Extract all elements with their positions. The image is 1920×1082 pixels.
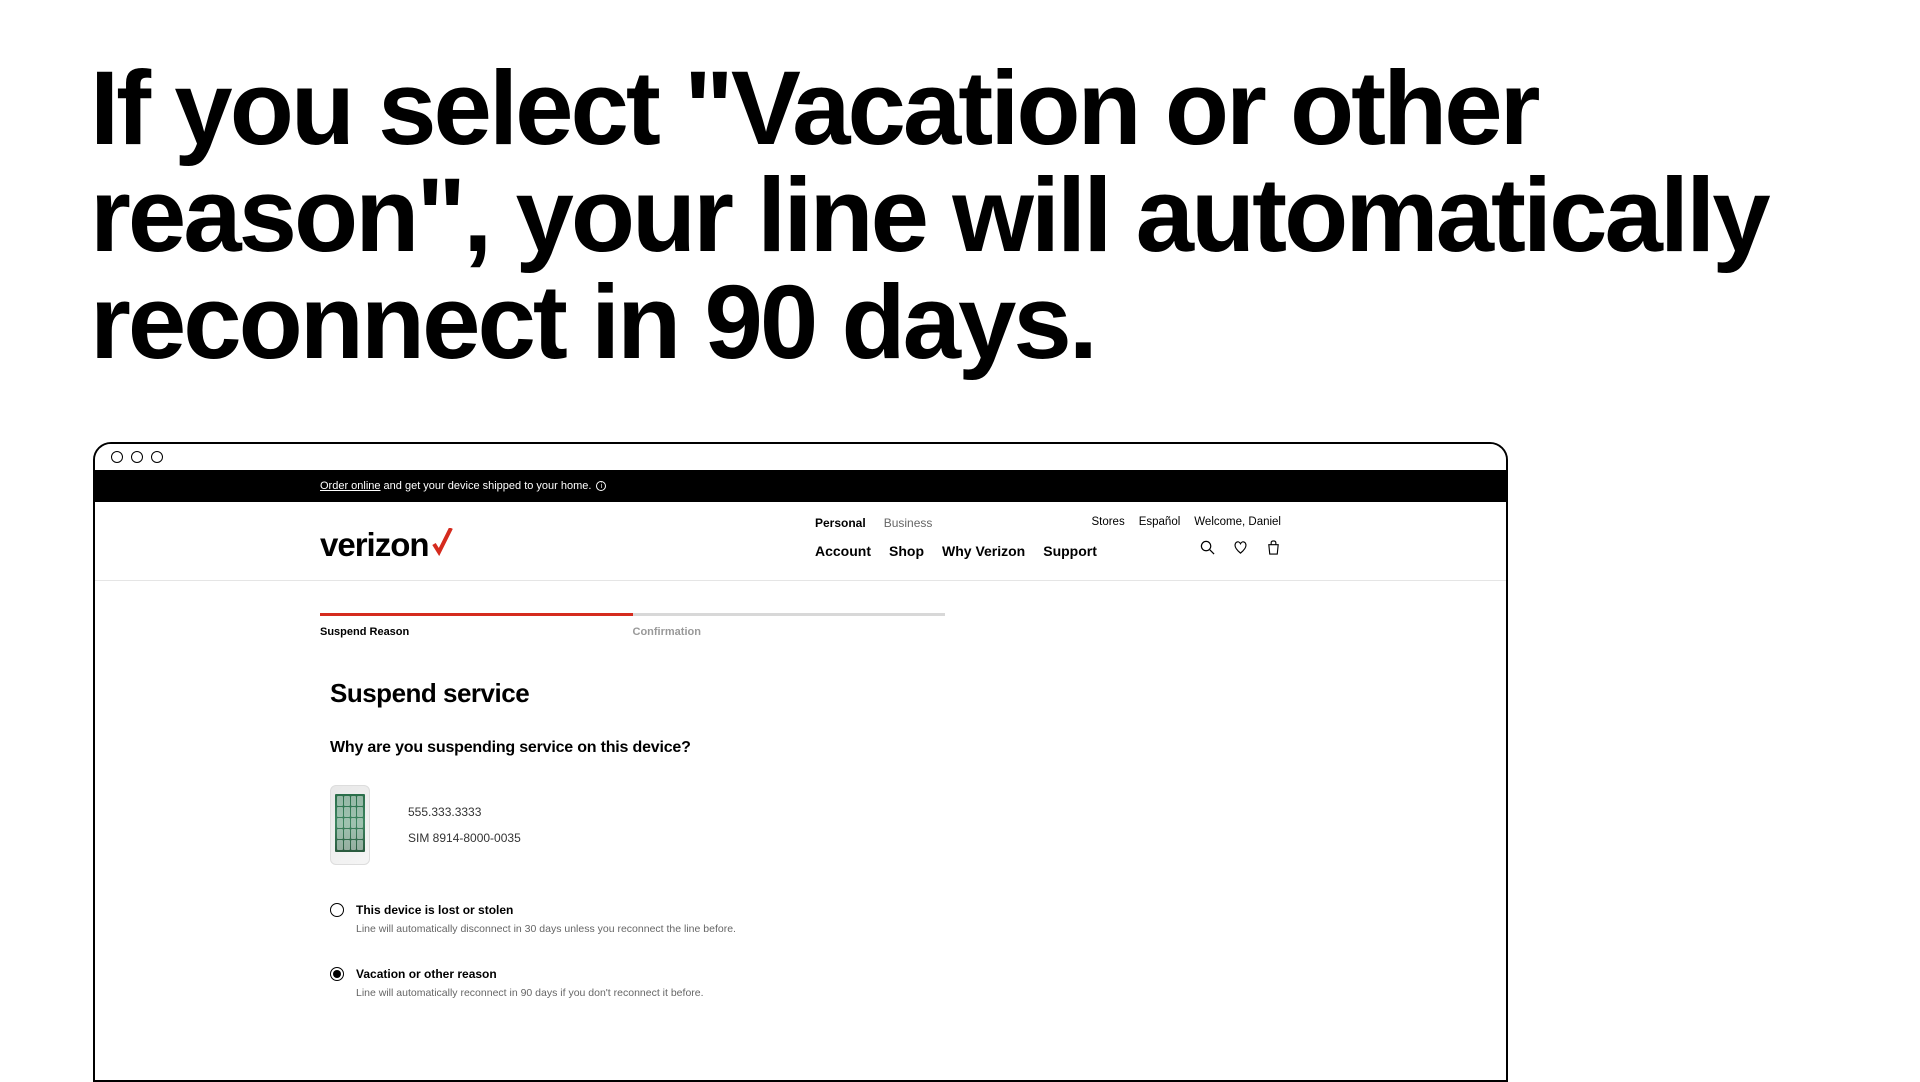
device-image [330,785,370,865]
verizon-logo[interactable]: verizon [320,526,453,564]
slide-headline: If you select "Vacation or other reason"… [90,55,1920,376]
progress-bar [320,613,945,616]
device-sim: SIM 8914-8000-0035 [408,825,521,851]
nav-icons [1200,540,1281,555]
nav-audience: Personal Business [815,516,932,530]
device-block: 555.333.3333 SIM 8914-8000-0035 [330,785,1506,865]
browser-chrome [95,444,1506,470]
radio-lost-stolen-label: This device is lost or stolen [356,903,513,917]
nav-welcome[interactable]: Welcome, Daniel [1194,516,1281,528]
nav-support[interactable]: Support [1043,543,1097,559]
promo-link[interactable]: Order online [320,480,381,492]
traffic-light-close-icon[interactable] [111,451,123,463]
radio-lost-stolen[interactable] [330,903,344,917]
traffic-light-maximize-icon[interactable] [151,451,163,463]
content-area: Suspend Reason Confirmation Suspend serv… [95,581,1506,999]
progress-step-1-bar [320,613,633,616]
nav-account[interactable]: Account [815,543,871,559]
device-info: 555.333.3333 SIM 8914-8000-0035 [408,799,521,852]
search-icon[interactable] [1200,540,1215,555]
suspend-question: Why are you suspending service on this d… [330,739,1506,757]
nav-why-verizon[interactable]: Why Verizon [942,543,1025,559]
nav-stores[interactable]: Stores [1091,516,1124,528]
option-vacation[interactable]: Vacation or other reason Line will autom… [330,967,1506,999]
nav-personal[interactable]: Personal [815,516,866,530]
nav-utility: Stores Español Welcome, Daniel [1091,516,1281,528]
progress-step-2-label: Confirmation [633,619,946,638]
radio-vacation-label: Vacation or other reason [356,967,497,981]
nav-shop[interactable]: Shop [889,543,924,559]
option-lost-stolen[interactable]: This device is lost or stolen Line will … [330,903,1506,935]
site-header: verizon Personal Business Account Shop W… [95,502,1506,581]
browser-window: Order online and get your device shipped… [93,442,1508,1082]
radio-vacation[interactable] [330,967,344,981]
progress-step-2-bar [633,613,946,616]
nav-espanol[interactable]: Español [1139,516,1181,528]
promo-bar: Order online and get your device shipped… [95,470,1506,502]
nav-business[interactable]: Business [884,516,933,530]
logo-checkmark-icon [431,528,453,556]
progress-labels: Suspend Reason Confirmation [320,619,945,638]
progress-step-1-label[interactable]: Suspend Reason [320,619,633,638]
device-phone-number: 555.333.3333 [408,799,521,825]
nav-main: Account Shop Why Verizon Support [815,543,1097,559]
heart-icon[interactable] [1233,540,1248,555]
info-icon[interactable]: i [596,481,606,491]
logo-text: verizon [320,526,429,564]
page-title: Suspend service [330,678,1506,709]
shopping-bag-icon[interactable] [1266,540,1281,555]
traffic-light-minimize-icon[interactable] [131,451,143,463]
radio-vacation-desc: Line will automatically reconnect in 90 … [356,987,1506,999]
radio-lost-stolen-desc: Line will automatically disconnect in 30… [356,923,1506,935]
promo-text: and get your device shipped to your home… [384,480,592,492]
